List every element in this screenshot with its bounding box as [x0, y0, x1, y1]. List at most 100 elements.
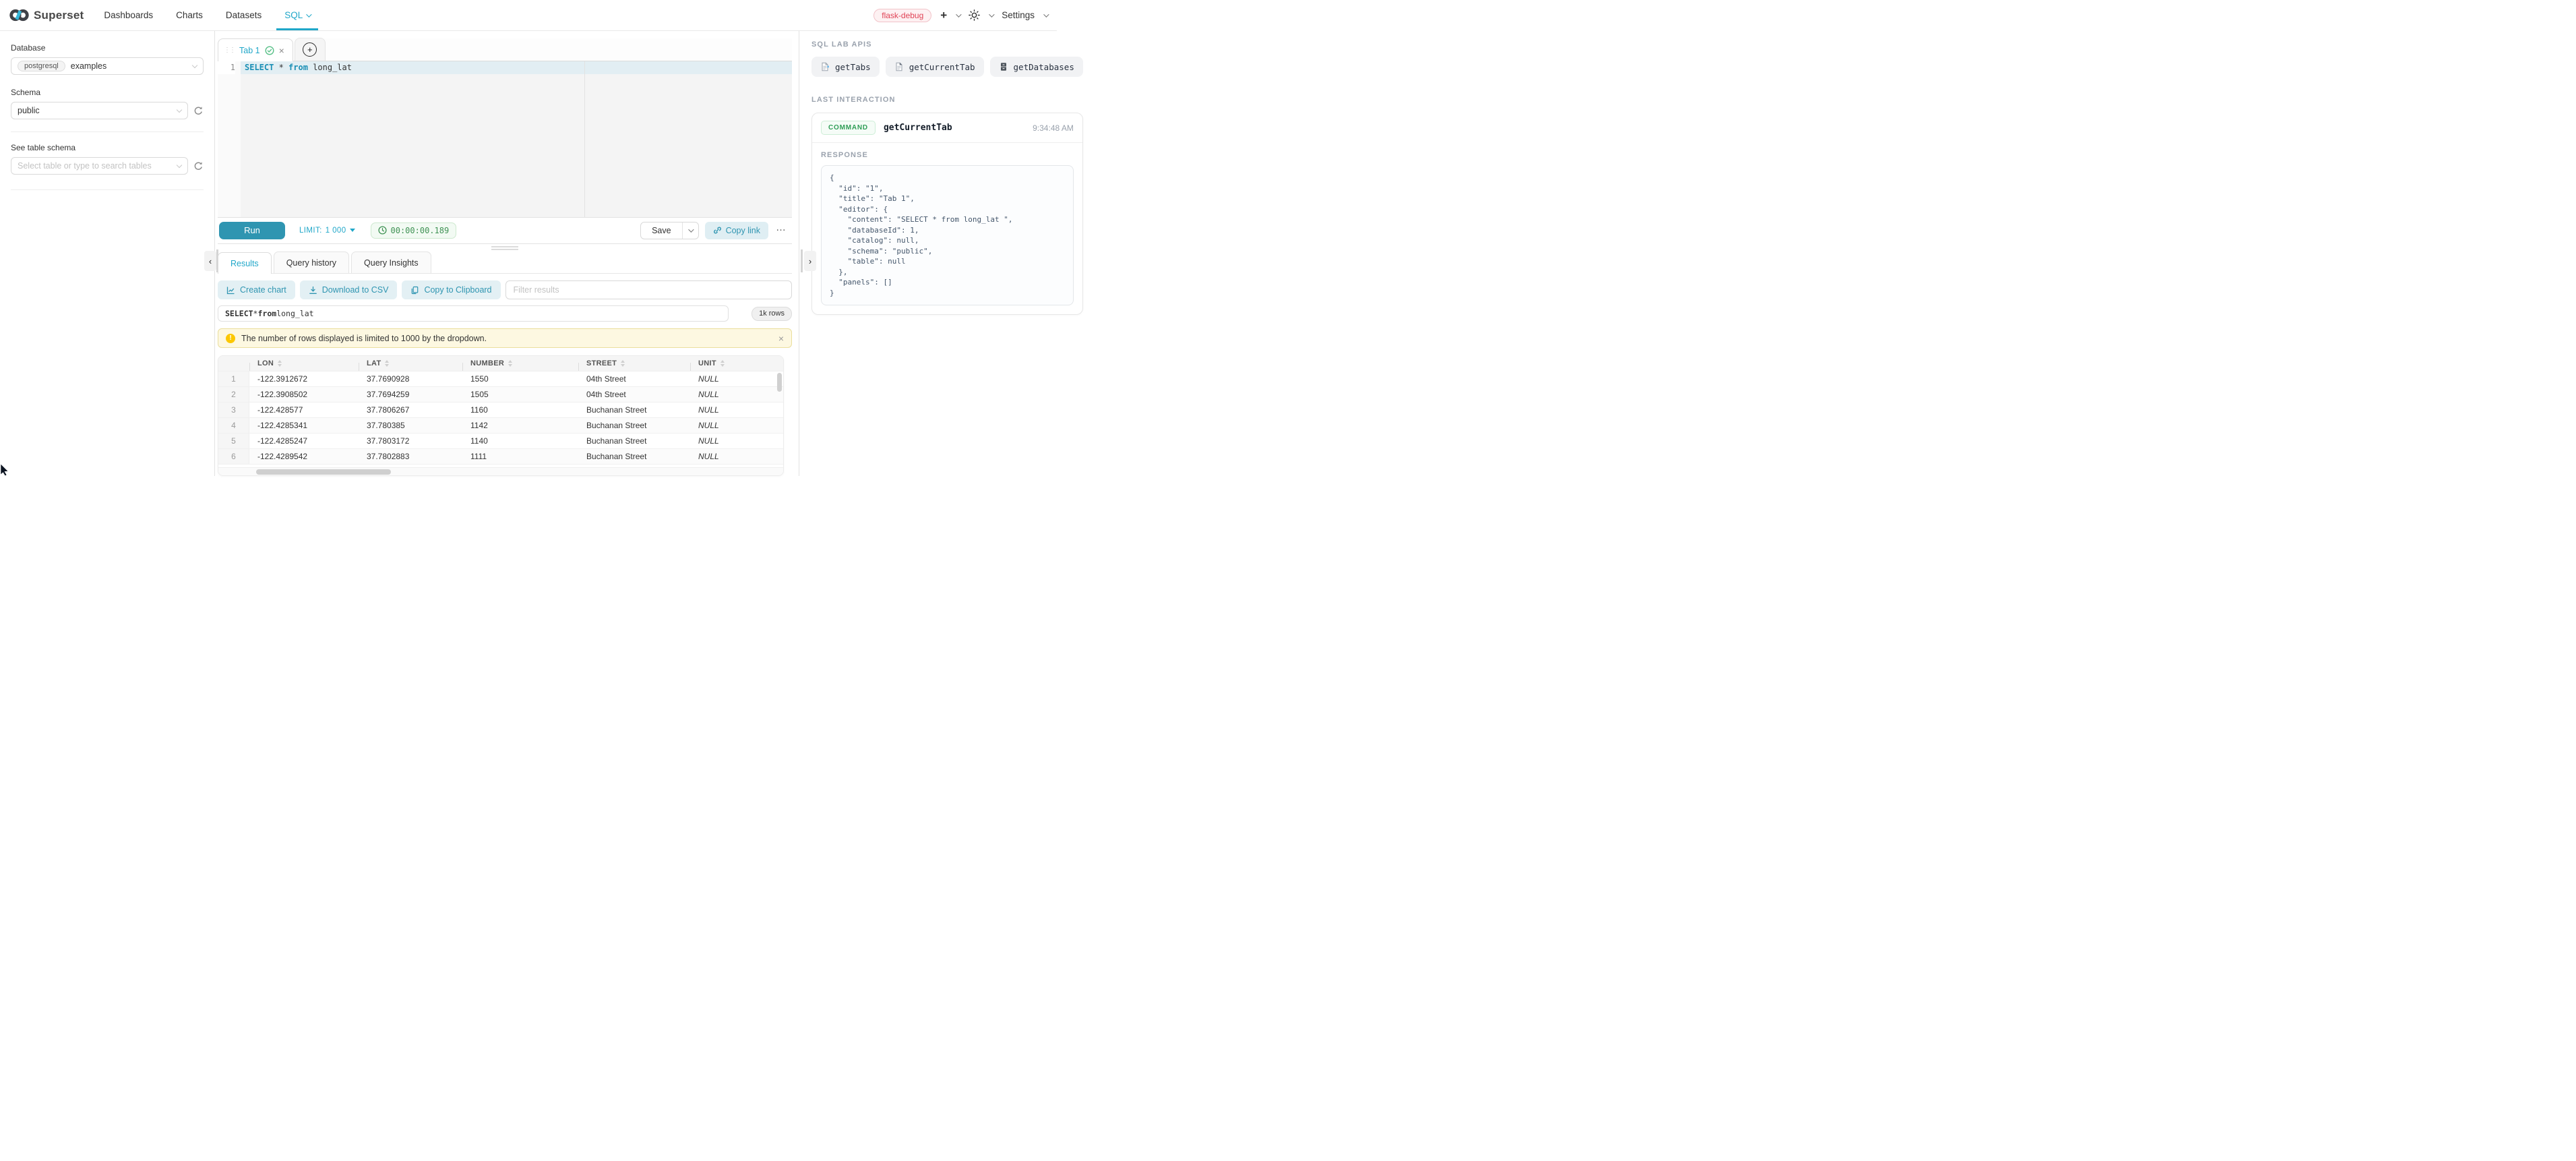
link-icon — [713, 226, 722, 235]
nav-item-dashboards[interactable]: Dashboards — [104, 0, 153, 30]
expand-panel-button[interactable]: › — [804, 251, 816, 271]
table-cell: -122.428577 — [249, 405, 359, 415]
table-row: 5-122.428524737.78031721140Buchanan Stre… — [218, 433, 783, 448]
column-header-lon[interactable]: LON — [249, 359, 359, 367]
results-tabs: Results Query history Query Insights — [218, 252, 792, 274]
sql-code-editor[interactable]: 1 SELECT * from long_lat — [218, 61, 792, 217]
refresh-icon[interactable] — [193, 106, 204, 116]
limit-label: LIMIT: — [299, 227, 322, 235]
download-csv-button[interactable]: Download to CSV — [300, 280, 398, 299]
get-current-tab-button[interactable]: getCurrentTab — [886, 57, 984, 77]
column-label: STREET — [586, 359, 617, 367]
row-index: 5 — [218, 434, 249, 448]
response-json: { "id": "1", "title": "Tab 1", "editor":… — [821, 165, 1074, 305]
vertical-scrollbar[interactable] — [777, 373, 782, 392]
sort-icon — [508, 360, 512, 367]
navbar-right: flask-debug + Settings — [873, 0, 1047, 30]
last-interaction-card: COMMAND getCurrentTab 9:34:48 AM RESPONS… — [811, 113, 1083, 315]
copy-clipboard-label: Copy to Clipboard — [424, 285, 491, 295]
horizontal-scrollbar[interactable] — [218, 467, 783, 476]
superset-logo[interactable]: Superset — [9, 0, 84, 30]
create-chart-button[interactable]: Create chart — [218, 280, 295, 299]
table-cell: -122.4285247 — [249, 436, 359, 446]
editor-tabbar: ⋮⋮ Tab 1 × + — [218, 38, 792, 61]
filter-results-input[interactable] — [505, 280, 792, 299]
get-tabs-button[interactable]: getTabs — [811, 57, 880, 77]
refresh-icon[interactable] — [193, 161, 204, 171]
query-keyword: SELECT — [225, 309, 253, 318]
limit-dropdown[interactable]: LIMIT: 1 000 — [299, 227, 355, 235]
create-chart-label: Create chart — [240, 285, 286, 295]
close-tab-icon[interactable]: × — [279, 46, 284, 55]
nav-item-sql[interactable]: SQL — [284, 0, 310, 30]
page-icon — [894, 62, 904, 71]
column-header-unit[interactable]: UNIT — [690, 359, 783, 367]
column-header-street[interactable]: STREET — [578, 359, 690, 367]
editor-tab-title: Tab 1 — [239, 46, 260, 55]
schema-select[interactable]: public — [11, 102, 188, 119]
chevron-down-icon — [1043, 11, 1049, 17]
schema-value: public — [18, 106, 40, 115]
editor-tab[interactable]: ⋮⋮ Tab 1 × — [218, 38, 293, 61]
query-keyword: from — [257, 309, 276, 318]
copy-clipboard-button[interactable]: Copy to Clipboard — [402, 280, 500, 299]
column-header-lat[interactable]: LAT — [359, 359, 462, 367]
table-cell: 1140 — [462, 436, 578, 446]
column-label: NUMBER — [470, 359, 504, 367]
chevron-down-icon[interactable] — [956, 11, 961, 17]
run-button[interactable]: Run — [219, 222, 285, 239]
brand-name: Superset — [34, 9, 84, 22]
nav-item-datasets[interactable]: Datasets — [226, 0, 262, 30]
limit-value: 1 000 — [326, 227, 346, 235]
sort-icon — [385, 360, 389, 367]
chevron-down-icon[interactable] — [989, 11, 994, 17]
api-button-label: getDatabases — [1014, 62, 1074, 72]
query-text: long_lat — [276, 309, 313, 318]
sidebar-divider — [11, 131, 204, 132]
table-cell: NULL — [690, 405, 783, 415]
new-item-button[interactable]: + — [940, 9, 947, 21]
database-select[interactable]: postgresql examples — [11, 57, 204, 75]
save-options-button[interactable] — [682, 222, 698, 239]
more-options-button[interactable]: … — [774, 222, 791, 239]
column-label: UNIT — [698, 359, 716, 367]
schema-label: Schema — [11, 88, 204, 97]
column-label: LAT — [367, 359, 381, 367]
save-button[interactable]: Save — [641, 222, 682, 239]
alert-close-icon[interactable]: × — [778, 333, 784, 344]
editor-code-area[interactable]: SELECT * from long_lat — [241, 61, 792, 217]
table-schema-label: See table schema — [11, 143, 204, 152]
table-cell: 1142 — [462, 421, 578, 430]
panel-resize-bar[interactable] — [801, 249, 803, 272]
theme-sun-icon[interactable] — [969, 9, 980, 21]
copy-link-button[interactable]: Copy link — [705, 222, 768, 239]
table-cell: Buchanan Street — [578, 452, 690, 461]
get-databases-button[interactable]: getDatabases — [990, 57, 1083, 77]
response-label: RESPONSE — [812, 143, 1082, 165]
row-index: 1 — [218, 371, 249, 386]
table-cell: 1505 — [462, 390, 578, 399]
tab-results[interactable]: Results — [218, 252, 272, 274]
sort-icon — [621, 360, 625, 367]
nav-item-charts[interactable]: Charts — [176, 0, 203, 30]
settings-menu[interactable]: Settings — [1002, 10, 1035, 20]
main-nav: Dashboards Charts Datasets SQL — [104, 0, 310, 30]
drag-handle-icon[interactable]: ⋮⋮ — [224, 47, 235, 54]
table-cell: Buchanan Street — [578, 405, 690, 415]
tab-query-history[interactable]: Query history — [274, 251, 349, 273]
table-select[interactable]: Select table or type to search tables — [11, 157, 188, 175]
api-panel-title: SQL LAB APIS — [811, 40, 1083, 49]
table-cell: 37.7806267 — [359, 405, 462, 415]
download-icon — [309, 286, 317, 295]
add-tab-button[interactable]: + — [303, 42, 317, 57]
table-cell: 37.7802883 — [359, 452, 462, 461]
download-csv-label: Download to CSV — [322, 285, 389, 295]
query-timer: 00:00:00.189 — [371, 222, 457, 239]
collapse-sidebar-button[interactable]: ‹ — [204, 251, 216, 271]
table-cell: 1550 — [462, 374, 578, 384]
interaction-header: COMMAND getCurrentTab 9:34:48 AM — [812, 113, 1082, 143]
column-header-number[interactable]: NUMBER — [462, 359, 578, 367]
scrollbar-thumb[interactable] — [256, 469, 391, 475]
infinity-logo-icon — [9, 5, 29, 25]
tab-query-insights[interactable]: Query Insights — [351, 251, 431, 273]
